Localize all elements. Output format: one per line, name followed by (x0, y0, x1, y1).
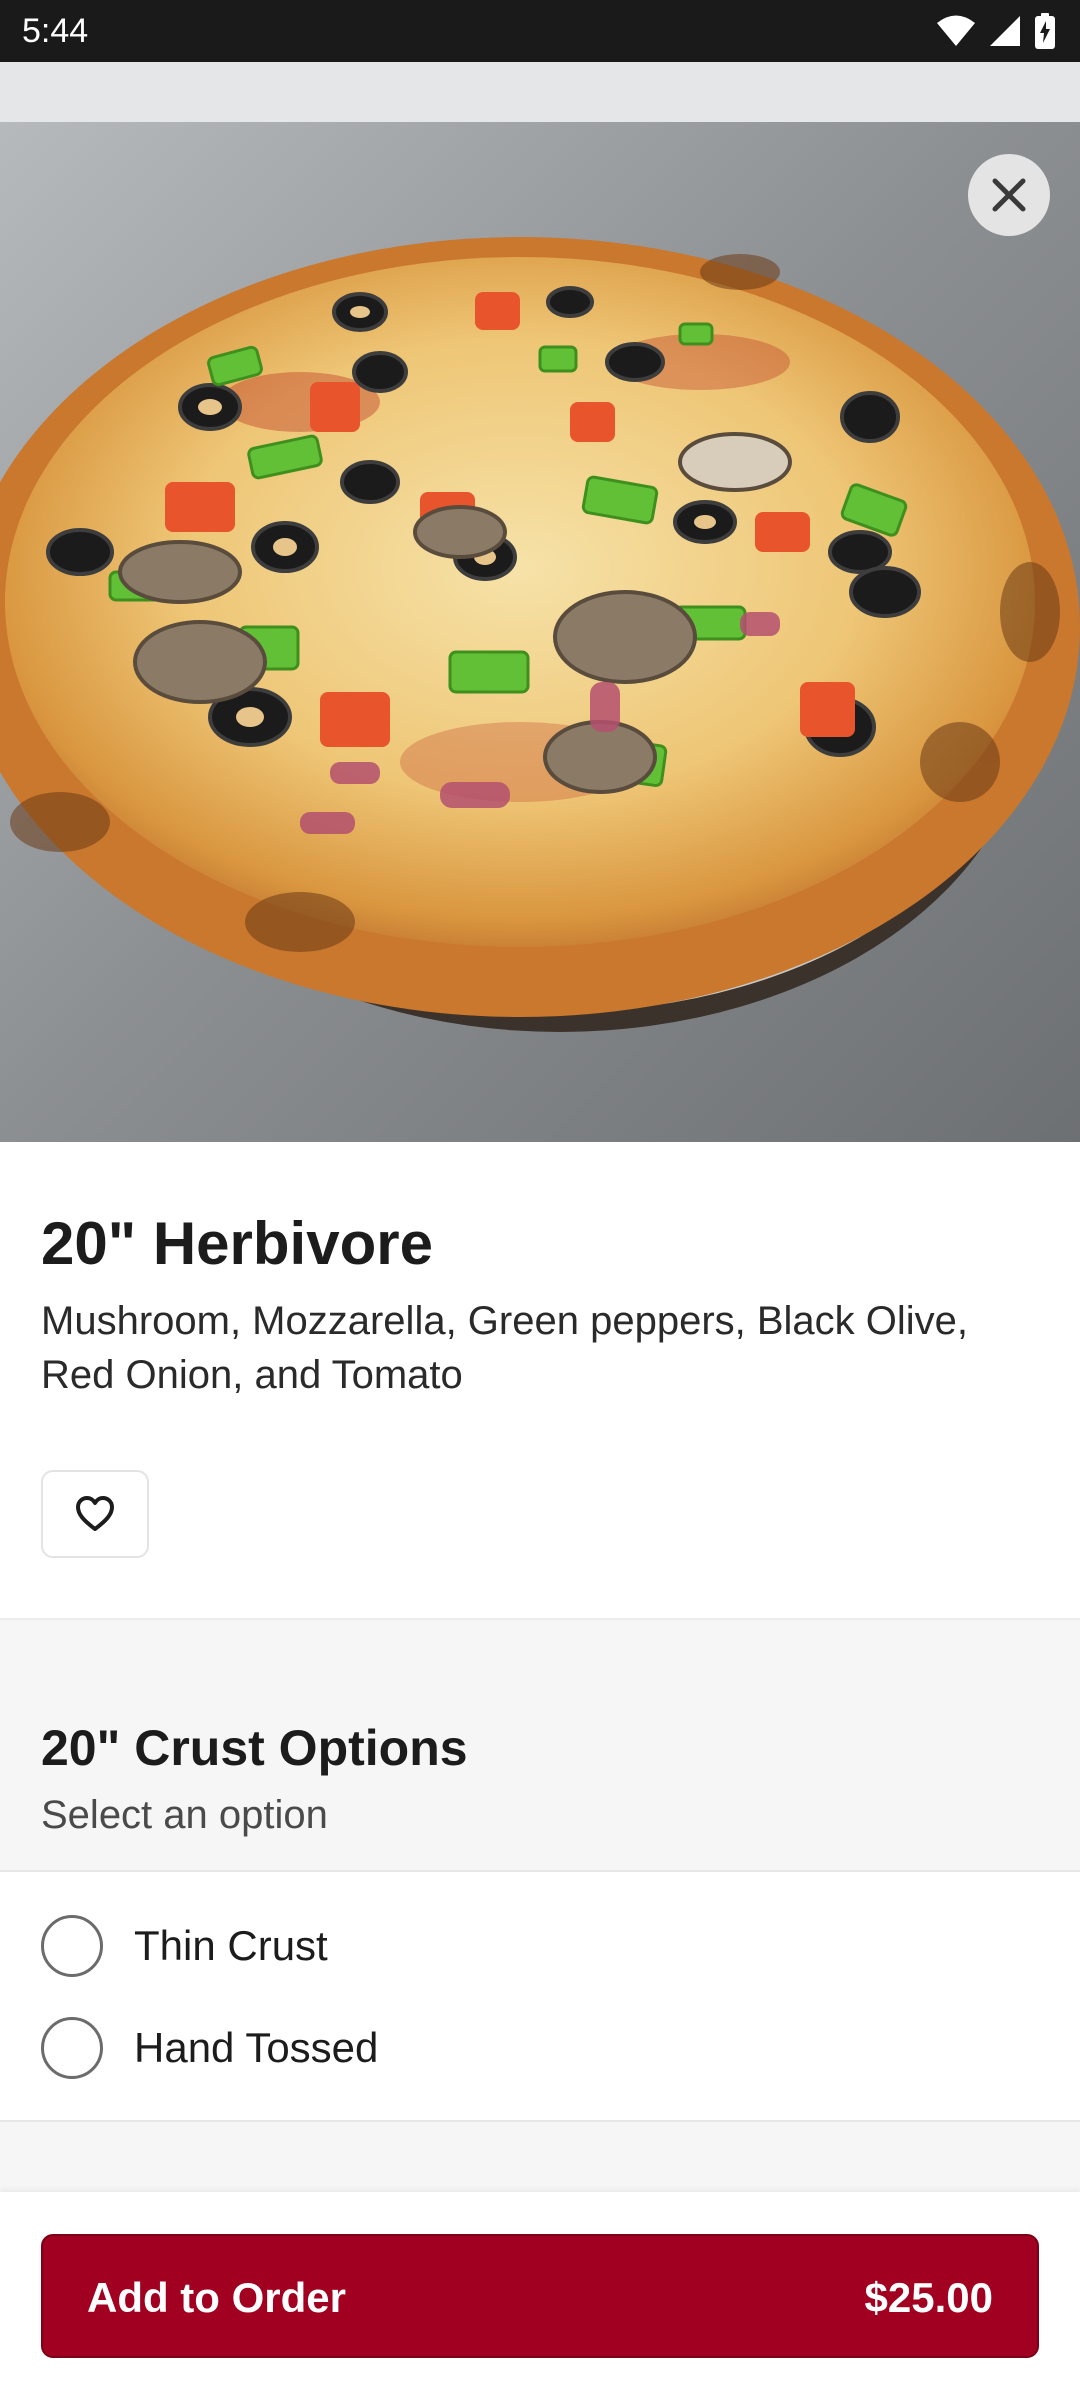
item-title: 20" Herbivore (41, 1210, 433, 1277)
add-to-order-button[interactable]: Add to Order $25.00 (41, 2234, 1039, 2358)
favorite-button[interactable] (41, 1470, 149, 1558)
radio-button[interactable] (41, 2017, 103, 2079)
item-description: Mushroom, Mozzarella, Green peppers, Bla… (41, 1299, 969, 1397)
option-label: Hand Tossed (134, 2024, 379, 2071)
bottom-action-bar: Add to Order $25.00 (0, 2192, 1080, 2400)
add-to-order-label: Add to Order (87, 2274, 346, 2321)
section-divider (0, 2120, 1080, 2192)
option-hand-tossed[interactable]: Hand Tossed (0, 1998, 1080, 2098)
close-button[interactable] (968, 154, 1050, 236)
order-price: $25.00 (864, 2274, 993, 2321)
hero-image (0, 62, 1080, 1142)
options-subtitle: Select an option (41, 1793, 328, 1837)
crust-options-header: 20" Crust Options Select an option (0, 1618, 1080, 1872)
status-time: 5:44 (22, 12, 89, 50)
status-bar: 5:44 (0, 0, 1080, 62)
radio-button[interactable] (41, 1915, 103, 1977)
heart-outline-icon (76, 1496, 114, 1531)
option-thin-crust[interactable]: Thin Crust (0, 1896, 1080, 1996)
option-label: Thin Crust (134, 1922, 328, 1969)
cellular-signal-icon (990, 16, 1020, 46)
options-title: 20" Crust Options (41, 1720, 468, 1776)
close-icon (992, 178, 1026, 212)
pizza-photo (0, 62, 1080, 1142)
battery-charging-icon (1035, 13, 1055, 49)
status-icons (936, 13, 1056, 49)
wifi-icon (937, 15, 975, 46)
item-info: 20" Herbivore Mushroom, Mozzarella, Gree… (0, 1142, 1080, 1618)
